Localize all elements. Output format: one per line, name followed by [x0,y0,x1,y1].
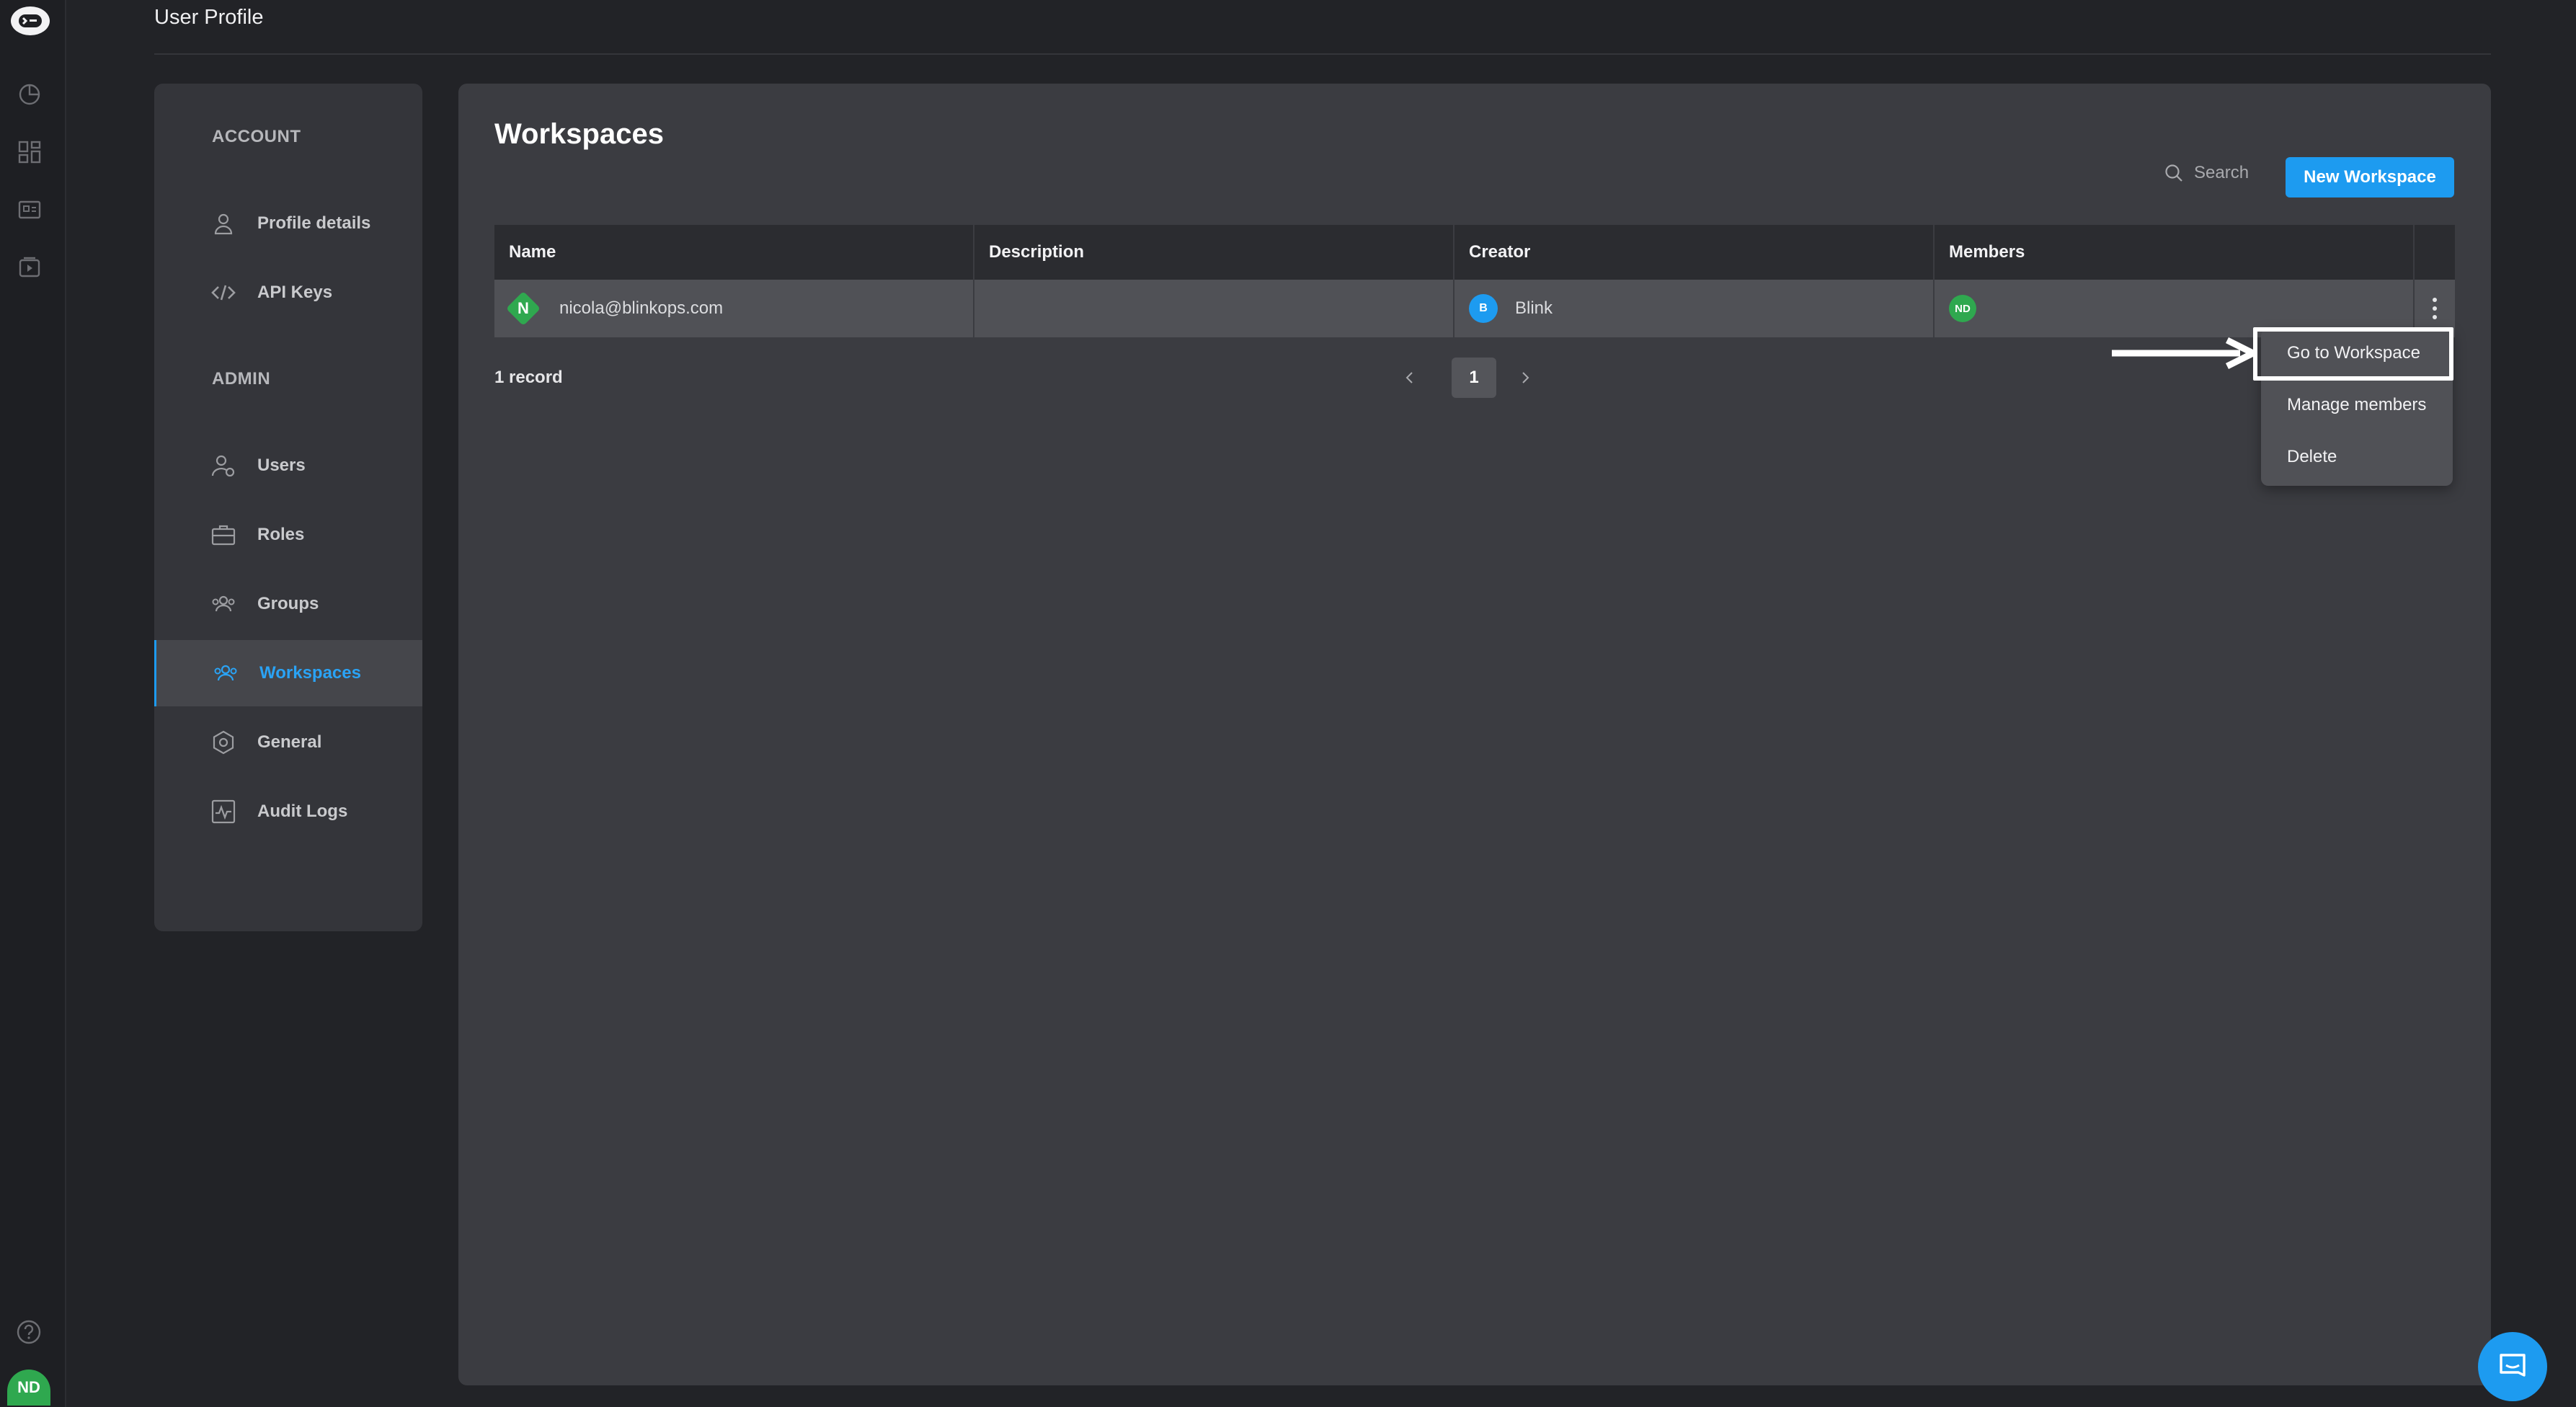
column-header-creator[interactable]: Creator [1454,225,1935,280]
sidebar-item-workspaces[interactable]: Workspaces [154,640,422,706]
cell-description [974,280,1454,337]
cell-creator: B Blink [1454,280,1935,337]
sidebar-section-account: ACCOUNT [212,127,301,146]
column-header-name[interactable]: Name [494,225,974,280]
workspace-name: nicola@blinkops.com [559,298,724,318]
arrow-right-icon [2112,337,2256,369]
workspace-initial: N [518,299,529,317]
table-row[interactable]: N nicola@blinkops.com B Blink ND [494,280,2455,337]
sidebar-item-roles[interactable]: Roles [154,502,422,568]
header-divider [154,53,2491,55]
sidebar-item-api-keys[interactable]: API Keys [154,259,422,326]
chevron-right-icon [1522,372,1529,383]
sidebar-item-label: Roles [257,525,305,544]
chevron-left-icon [1405,372,1413,383]
sidebar-item-profile-details[interactable]: Profile details [154,190,422,257]
record-count: 1 record [494,368,563,387]
app-logo-icon[interactable] [10,5,50,37]
sidebar-item-general[interactable]: General [154,709,422,776]
search-placeholder: Search [2194,163,2249,182]
panel-title: Workspaces [494,118,664,150]
creator-avatar: B [1469,294,1498,323]
column-header-members[interactable]: Members [1935,225,2415,280]
play-icon[interactable] [17,255,42,280]
column-header-description[interactable]: Description [974,225,1454,280]
sidebar-item-label: Users [257,456,306,475]
chat-icon [2500,1354,2526,1377]
pagination-next[interactable] [1511,363,1540,392]
gear-icon [213,730,234,755]
grid-icon[interactable] [17,140,42,164]
chat-launcher[interactable] [2478,1332,2547,1401]
group-icon [212,595,235,612]
sidebar-item-groups[interactable]: Groups [154,571,422,637]
cell-name: N nicola@blinkops.com [494,280,974,337]
sidebar-item-label: Groups [257,594,319,613]
user-icon [214,213,233,235]
dashboard-icon[interactable] [17,82,42,107]
pagination-prev[interactable] [1395,363,1424,392]
menu-item-manage-members[interactable]: Manage members [2287,395,2426,415]
workspaces-icon [214,665,237,681]
sidebar-item-label: Profile details [257,213,371,233]
page-title: User Profile [154,6,264,29]
code-icon [211,285,236,301]
briefcase-icon [211,525,236,546]
table-header: Name Description Creator Members [494,225,2455,280]
settings-sidebar: ACCOUNT Profile details API Keys ADMIN U… [154,84,422,931]
column-header-actions [2415,225,2455,280]
app-rail: ND [0,0,66,1407]
user-avatar[interactable]: ND [7,1370,50,1406]
menu-item-delete[interactable]: Delete [2287,447,2337,467]
help-icon[interactable] [16,1319,42,1345]
workspaces-panel: Workspaces Search New Workspace Name Des… [458,84,2491,1385]
sidebar-section-admin: ADMIN [212,369,271,389]
sidebar-item-users[interactable]: Users [154,432,422,499]
sidebar-item-label: General [257,732,322,752]
highlight-box [2253,327,2453,381]
sidebar-item-label: API Keys [257,283,333,302]
sidebar-item-label: Workspaces [259,663,361,683]
creator-name: Blink [1515,298,1553,318]
users-icon [211,455,235,477]
member-avatar[interactable]: ND [1949,295,1976,322]
kebab-icon[interactable] [2420,287,2449,330]
pagination-current-page[interactable]: 1 [1452,358,1496,398]
workspace-avatar: N [509,294,538,323]
search-box[interactable]: Search [2164,163,2249,183]
sidebar-item-audit-logs[interactable]: Audit Logs [154,778,422,845]
gallery-icon[interactable] [17,197,42,222]
sidebar-item-label: Audit Logs [257,802,348,821]
new-workspace-button[interactable]: New Workspace [2286,157,2454,197]
activity-icon [211,799,236,824]
workspaces-table: Name Description Creator Members N nicol… [494,225,2455,337]
search-icon [2165,164,2182,182]
